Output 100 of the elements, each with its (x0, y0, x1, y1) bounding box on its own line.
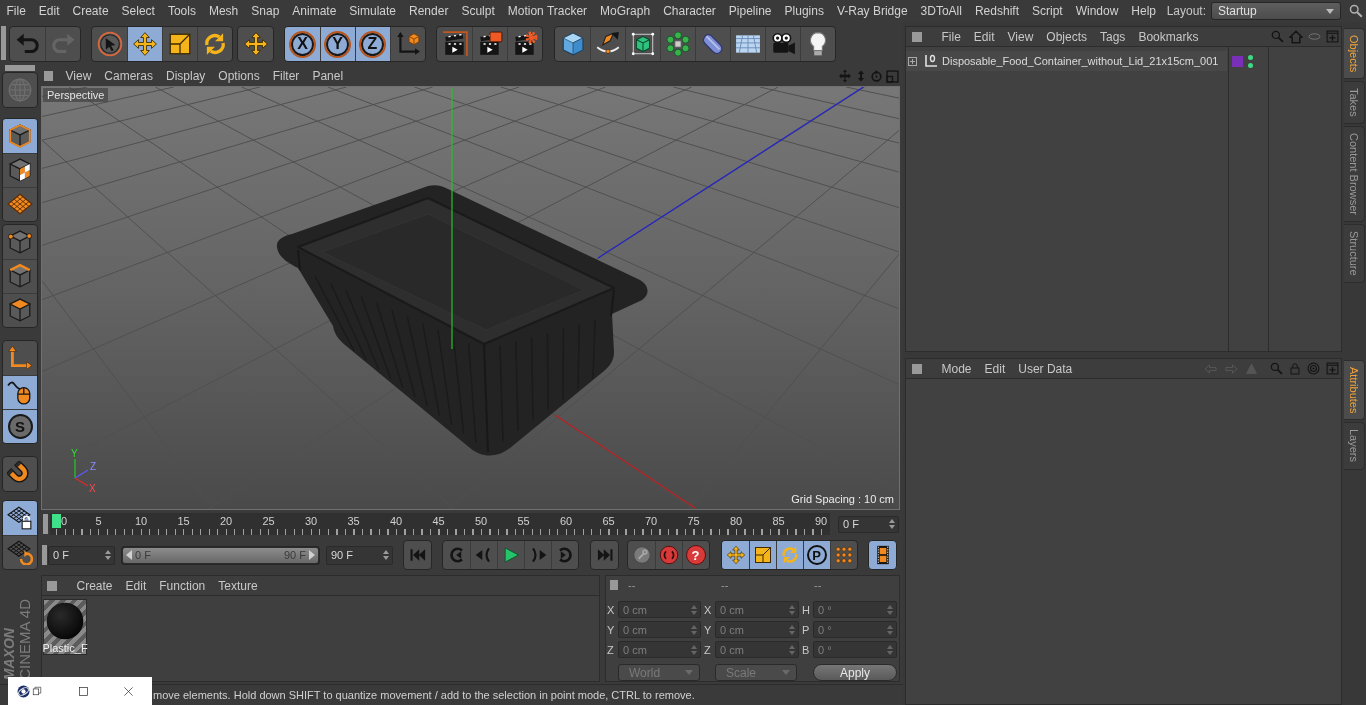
menu-item[interactable]: User Data (1011, 361, 1079, 376)
grip-icon (5, 65, 35, 71)
frame-number: 90 (813, 514, 829, 527)
checker-cube-icon (7, 157, 33, 183)
side-tab[interactable]: Objects (1344, 28, 1365, 80)
side-tab[interactable]: Content Browser (1344, 126, 1365, 222)
record-ring-icon (658, 545, 679, 565)
menu-item[interactable]: Cameras (97, 69, 160, 83)
menu-item[interactable]: Tags (1093, 29, 1132, 44)
move-button[interactable] (127, 27, 162, 61)
menu-item[interactable]: V-Ray Bridge (830, 4, 915, 18)
menu-item[interactable]: Plugins (778, 4, 831, 18)
material-item[interactable]: Plastic_F (43, 599, 87, 655)
menu-item[interactable]: Filter (266, 69, 306, 83)
start-frame-field[interactable]: 0 F (48, 545, 115, 565)
menu-item[interactable]: 3DToAll (914, 4, 969, 18)
position-key-button[interactable] (722, 541, 749, 569)
menu-item[interactable]: Window (1069, 4, 1125, 18)
tweak-mode-button[interactable] (3, 375, 37, 409)
maximize-button[interactable] (76, 684, 90, 698)
render-visibility-dot-icon[interactable] (1248, 62, 1253, 68)
end-frame-field[interactable]: 90 F (326, 545, 393, 565)
spinner-icon (691, 624, 697, 635)
axis-label: Y (704, 623, 713, 636)
menu-item[interactable]: Edit (978, 361, 1012, 376)
side-tab[interactable]: Layers (1344, 422, 1365, 470)
parameter-key-button[interactable]: P (803, 541, 830, 569)
cursor-circle-icon (96, 31, 123, 57)
axis-gizmo-icon (74, 458, 89, 487)
y-axis-button[interactable]: Y (320, 27, 355, 61)
axis-label: P (802, 623, 811, 636)
timeline-ruler[interactable]: 0 5 10 15 20 25 30 35 40 45 50 55 60 65 70 75 80 85 90 (50, 513, 830, 535)
menu-item[interactable]: Create (70, 578, 120, 593)
menu-item[interactable]: Simulate (342, 4, 403, 18)
layer-swatch-icon[interactable] (1232, 55, 1243, 67)
menu-item[interactable]: Edit (967, 29, 1002, 44)
side-tab[interactable]: Attributes (1344, 360, 1365, 421)
menu-item[interactable]: File (935, 29, 968, 44)
sphere-preview-icon (45, 601, 85, 641)
menu-item[interactable]: Sculpt (454, 4, 502, 18)
menu-item[interactable]: Character (656, 4, 723, 18)
layout-dropdown[interactable]: Startup (1211, 2, 1341, 20)
side-tab[interactable]: Structure (1344, 224, 1365, 283)
x-axis-button[interactable]: X (285, 27, 320, 61)
caret-down-icon (782, 670, 790, 675)
grip-icon (912, 363, 922, 374)
menu-item[interactable]: Snap (244, 4, 286, 18)
menu-item[interactable]: Function (152, 578, 212, 593)
menu-item[interactable]: Objects (1039, 29, 1094, 44)
apply-button[interactable]: Apply (813, 664, 897, 681)
object-name[interactable]: Disposable_Food_Container_without_Lid_21x15cm_001 (942, 55, 1219, 67)
menu-item[interactable]: File (0, 4, 33, 18)
workplane-lock-button[interactable] (3, 501, 37, 535)
z-axis-button[interactable]: Z (355, 27, 390, 61)
frame-number: 85 (771, 514, 786, 527)
menu-item[interactable]: Edit (119, 578, 153, 593)
current-frame-field[interactable]: 0 F (838, 515, 899, 533)
magnet-button[interactable] (2, 456, 38, 492)
spinner-icon (889, 519, 895, 529)
close-button[interactable] (121, 684, 135, 698)
maximize-icon (77, 685, 89, 697)
model-mode-button[interactable] (3, 119, 37, 153)
expand-plus-icon[interactable] (908, 56, 917, 66)
menu-item[interactable]: Display (159, 69, 212, 83)
menu-item[interactable]: Texture (211, 578, 265, 593)
menu-item[interactable]: Help (1124, 4, 1163, 18)
menu-item[interactable]: Options (211, 69, 267, 83)
menu-item[interactable]: Tools (161, 4, 203, 18)
menu-item[interactable]: Animate (285, 4, 343, 18)
object-row[interactable]: Disposable_Food_Container_without_Lid_21x15cm_001 (906, 51, 1227, 71)
column-header: -- (721, 579, 730, 591)
menu-item[interactable]: Bookmarks (1131, 29, 1205, 44)
menu-item[interactable]: Mode (935, 361, 979, 376)
editor-visibility-dot-icon[interactable] (1248, 54, 1253, 60)
timeline-button[interactable] (868, 540, 897, 570)
menu-item[interactable]: Motion Tracker (501, 4, 594, 18)
side-tab[interactable]: Takes (1344, 81, 1365, 125)
menu-item[interactable]: View (59, 69, 98, 83)
rotation-key-button[interactable] (776, 541, 803, 569)
search-icon[interactable] (1349, 4, 1363, 18)
menu-item[interactable]: Pipeline (722, 4, 779, 18)
menu-item[interactable]: Create (66, 4, 116, 18)
playhead-handle[interactable] (51, 514, 61, 528)
spinner-icon (105, 550, 111, 560)
menu-item[interactable]: MoGraph (593, 4, 657, 18)
snap-button[interactable]: S (3, 409, 37, 443)
menu-item[interactable]: Script (1025, 4, 1070, 18)
menu-item[interactable]: Edit (32, 4, 67, 18)
menu-item[interactable]: Redshift (968, 4, 1026, 18)
scale-key-button[interactable] (749, 541, 776, 569)
globe-icon (7, 77, 33, 103)
menu-item[interactable]: Select (115, 4, 162, 18)
cube-points-icon (7, 229, 33, 255)
menu-item[interactable]: Panel (305, 69, 350, 83)
menu-item[interactable]: Mesh (202, 4, 245, 18)
menu-item[interactable]: View (1001, 29, 1040, 44)
frame-number: 50 (473, 514, 489, 527)
menu-item[interactable]: Render (402, 4, 455, 18)
caged-cube-icon (629, 31, 656, 57)
move-tool-button[interactable] (237, 26, 274, 62)
